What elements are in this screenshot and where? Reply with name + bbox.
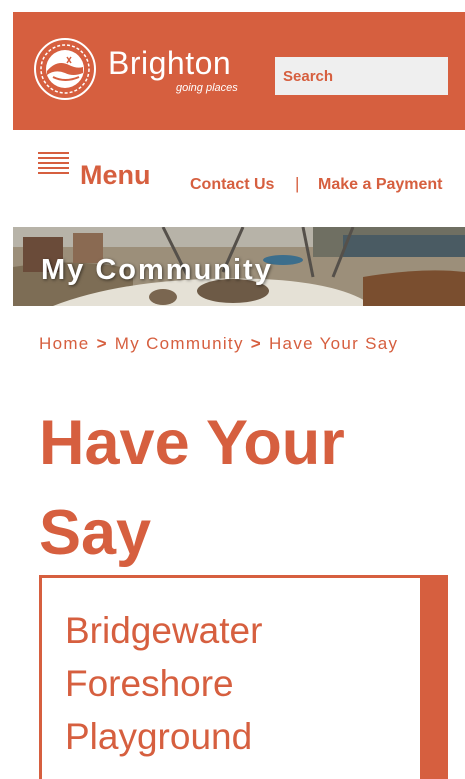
card-accent-bar <box>420 578 445 779</box>
banner-title: My Community <box>41 254 273 286</box>
make-a-payment-link[interactable]: Make a Payment <box>318 176 443 194</box>
breadcrumb-current: Have Your Say <box>268 334 399 353</box>
hamburger-menu-icon[interactable] <box>38 152 69 178</box>
section-banner: My Community <box>13 227 465 306</box>
brand-name: Brighton <box>108 45 232 81</box>
breadcrumb: Home > My Community > Have Your Say <box>39 334 398 354</box>
page-title: Have Your Say <box>39 408 345 568</box>
breadcrumb-separator: > <box>250 334 262 353</box>
breadcrumb-home[interactable]: Home <box>39 334 90 353</box>
menu-button[interactable]: Menu <box>80 160 151 191</box>
project-card[interactable]: Bridgewater Foreshore Playground <box>39 575 448 779</box>
contact-us-link[interactable]: Contact Us <box>190 176 274 194</box>
brand-tagline: going places <box>176 82 238 94</box>
nav-separator: | <box>295 174 300 193</box>
council-seal-logo[interactable] <box>33 37 97 101</box>
site-header: Brighton going places Search <box>13 12 465 130</box>
breadcrumb-separator: > <box>96 334 108 353</box>
breadcrumb-my-community[interactable]: My Community <box>115 334 244 353</box>
search-input[interactable]: Search <box>275 57 448 95</box>
project-card-title[interactable]: Bridgewater Foreshore Playground <box>65 604 395 763</box>
